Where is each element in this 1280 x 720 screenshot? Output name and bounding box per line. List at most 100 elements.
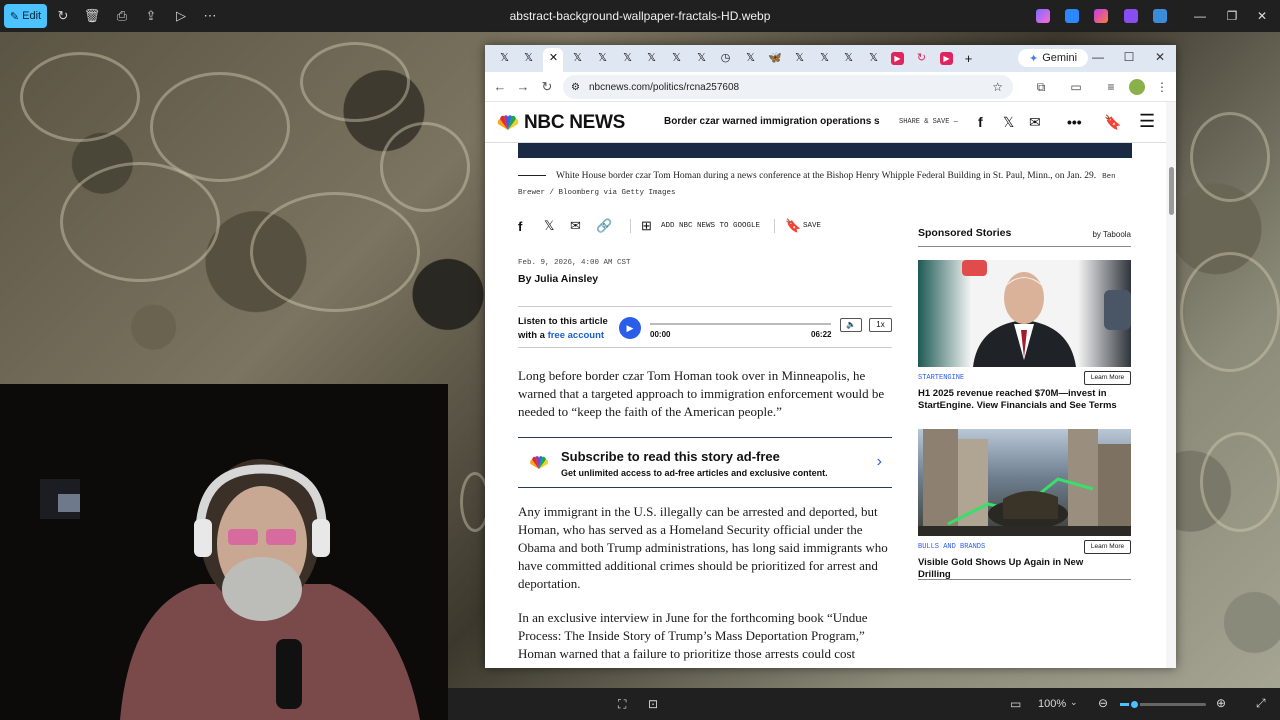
site-info-icon[interactable]: ⚙ bbox=[571, 82, 580, 93]
taboola-credit[interactable]: by Taboola bbox=[1092, 230, 1131, 239]
reading-list-icon[interactable]: ≡ bbox=[1103, 79, 1119, 95]
subscribe-banner[interactable]: Subscribe to read this story ad-free Get… bbox=[518, 437, 892, 488]
browser-maximize-icon[interactable]: ☐ bbox=[1120, 50, 1138, 66]
bookmark-star-icon[interactable]: ☆ bbox=[992, 80, 1003, 94]
tab-x-icon[interactable]: 𝕏 bbox=[744, 52, 757, 65]
sponsored-headline[interactable]: Visible Gold Shows Up Again in New Drill… bbox=[918, 557, 1118, 581]
tab-x-icon[interactable]: 𝕏 bbox=[793, 52, 806, 65]
scrollbar[interactable] bbox=[1166, 102, 1176, 668]
chevron-down-icon[interactable]: ⌄ bbox=[1070, 697, 1078, 708]
add-google-icon[interactable]: ⊞ bbox=[641, 218, 661, 234]
minimize-icon[interactable]: — bbox=[1190, 7, 1210, 25]
slideshow-icon[interactable]: ▷ bbox=[171, 6, 191, 26]
chevron-right-icon[interactable]: › bbox=[877, 453, 882, 471]
learn-more-button[interactable]: Learn More bbox=[1084, 540, 1131, 554]
rotate-icon[interactable]: ↻ bbox=[53, 6, 73, 26]
designer-icon[interactable] bbox=[1065, 9, 1079, 23]
edit-button[interactable]: ✎ Edit bbox=[4, 4, 47, 28]
hamburger-menu-icon[interactable]: ☰ bbox=[1139, 111, 1155, 132]
clipchamp-icon[interactable] bbox=[1094, 9, 1108, 23]
reload-icon[interactable]: ↻ bbox=[539, 79, 555, 95]
close-icon[interactable]: ✕ bbox=[1252, 7, 1272, 25]
share-icon[interactable]: ⇪ bbox=[141, 6, 161, 26]
sponsor-category: STARTENGINE bbox=[918, 374, 965, 382]
time-total: 06:22 bbox=[811, 330, 832, 339]
app-icon[interactable] bbox=[1124, 9, 1138, 23]
zoom-in-icon[interactable]: ⊕ bbox=[1216, 696, 1226, 710]
browser-close-icon[interactable]: ✕ bbox=[1151, 50, 1169, 66]
tab-clock-icon[interactable]: ◷ bbox=[719, 52, 732, 65]
sponsor-category: BULLS AND BRANDS bbox=[918, 543, 986, 551]
play-button[interactable]: ▶ bbox=[619, 317, 641, 339]
maximize-icon[interactable]: ❐ bbox=[1222, 7, 1242, 25]
save-button[interactable]: SAVE bbox=[803, 222, 821, 230]
tab-x-icon[interactable]: 𝕏 bbox=[670, 52, 683, 65]
tab-x-icon[interactable]: 𝕏 bbox=[818, 52, 831, 65]
browser-minimize-icon[interactable]: — bbox=[1089, 50, 1107, 66]
forward-icon[interactable]: → bbox=[515, 79, 531, 95]
photos-title-bar: ✎ Edit ↻ 🗑 ⎙ ⇪ ▷ ⋯ abstract-background-w… bbox=[0, 0, 1280, 32]
email-icon[interactable]: ✉ bbox=[570, 218, 596, 234]
tab-x-icon[interactable]: 𝕏 bbox=[695, 52, 708, 65]
delete-icon[interactable]: 🗑 bbox=[82, 6, 102, 26]
zoom-level[interactable]: 100% bbox=[1038, 698, 1066, 710]
extensions-icon[interactable]: ⧉ bbox=[1033, 79, 1049, 95]
x-icon[interactable]: 𝕏 bbox=[1003, 114, 1014, 131]
facebook-icon[interactable]: f bbox=[978, 114, 983, 130]
tab-x-icon[interactable]: 𝕏 bbox=[645, 52, 658, 65]
back-icon[interactable]: ← bbox=[492, 79, 508, 95]
tab-youtube-icon[interactable]: ▶ bbox=[940, 52, 953, 65]
browser-window: 𝕏 𝕏 ✕ 𝕏 𝕏 𝕏 𝕏 𝕏 𝕏 ◷ 𝕏 🦋 𝕏 𝕏 𝕏 𝕏 ▶ ↻ ▶ + … bbox=[485, 45, 1176, 668]
author-byline[interactable]: By Julia Ainsley bbox=[518, 273, 598, 285]
fullscreen-icon[interactable]: ⤢ bbox=[1256, 696, 1266, 711]
text-detect-icon[interactable]: ⊡ bbox=[648, 697, 658, 711]
tab-x-icon[interactable]: 𝕏 bbox=[522, 52, 535, 65]
tab-bluesky-icon[interactable]: 🦋 bbox=[768, 52, 782, 65]
save-bookmark-icon[interactable]: 🔖 bbox=[785, 218, 803, 234]
tab-refresh-icon[interactable]: ↻ bbox=[915, 52, 928, 65]
tab-x-icon[interactable]: 𝕏 bbox=[596, 52, 609, 65]
zoom-out-icon[interactable]: ⊖ bbox=[1098, 696, 1108, 710]
zoom-slider[interactable] bbox=[1120, 699, 1206, 710]
gemini-button[interactable]: ✦ Gemini bbox=[1018, 49, 1088, 67]
volume-icon[interactable]: 🔈 bbox=[840, 318, 862, 332]
scrollbar-thumb[interactable] bbox=[1169, 167, 1174, 215]
tab-x-icon[interactable]: 𝕏 bbox=[867, 52, 880, 65]
print-icon[interactable]: ⎙ bbox=[112, 6, 132, 26]
nbc-header: NBC NEWS Border czar warned immigration … bbox=[485, 102, 1166, 143]
speed-button[interactable]: 1x bbox=[869, 318, 892, 332]
new-tab-icon[interactable]: + bbox=[962, 52, 975, 65]
link-icon[interactable]: 🔗 bbox=[596, 218, 622, 234]
x-icon[interactable]: 𝕏 bbox=[544, 218, 570, 234]
add-to-google-link[interactable]: ADD NBC NEWS TO GOOGLE bbox=[661, 222, 760, 230]
crop-icon[interactable]: ⛶ bbox=[618, 697, 626, 712]
tab-x-icon[interactable]: 𝕏 bbox=[621, 52, 634, 65]
onedrive-icon[interactable] bbox=[1153, 9, 1167, 23]
free-account-link[interactable]: free account bbox=[548, 330, 605, 341]
email-icon[interactable]: ✉ bbox=[1029, 114, 1041, 131]
url-bar[interactable]: ⚙ nbcnews.com/politics/rcna257608 ☆ bbox=[563, 75, 1013, 99]
more-options-icon[interactable]: ⋯ bbox=[200, 6, 220, 26]
tab-x-icon[interactable]: 𝕏 bbox=[498, 52, 511, 65]
bookmark-icon[interactable]: 🔖 bbox=[1104, 114, 1121, 131]
sponsored-image[interactable] bbox=[918, 260, 1131, 367]
audio-progress[interactable] bbox=[650, 323, 831, 325]
more-icon[interactable]: ••• bbox=[1067, 114, 1082, 130]
peacock-icon bbox=[497, 115, 519, 130]
nbc-logo[interactable]: NBC NEWS bbox=[496, 112, 625, 134]
learn-more-button[interactable]: Learn More bbox=[1084, 371, 1131, 385]
tab-x-icon[interactable]: 𝕏 bbox=[842, 52, 855, 65]
sponsored-headline[interactable]: H1 2025 revenue reached $70M—invest in S… bbox=[918, 388, 1118, 412]
fit-icon[interactable]: ▭ bbox=[1010, 697, 1021, 711]
copilot-icon[interactable] bbox=[1036, 9, 1050, 23]
cast-icon[interactable]: ▭ bbox=[1068, 79, 1084, 95]
tab-youtube-icon[interactable]: ▶ bbox=[891, 52, 904, 65]
profile-avatar[interactable] bbox=[1129, 79, 1145, 95]
tab-x-icon[interactable]: 𝕏 bbox=[571, 52, 584, 65]
tab-close-icon[interactable]: ✕ bbox=[547, 52, 560, 65]
share-save-label: SHARE & SAVE — bbox=[899, 118, 958, 126]
sponsored-image[interactable] bbox=[918, 429, 1131, 536]
facebook-icon[interactable]: f bbox=[518, 219, 544, 234]
address-bar-row: ← → ↻ ⚙ nbcnews.com/politics/rcna257608 … bbox=[485, 72, 1176, 102]
menu-icon[interactable]: ⋮ bbox=[1154, 79, 1170, 95]
